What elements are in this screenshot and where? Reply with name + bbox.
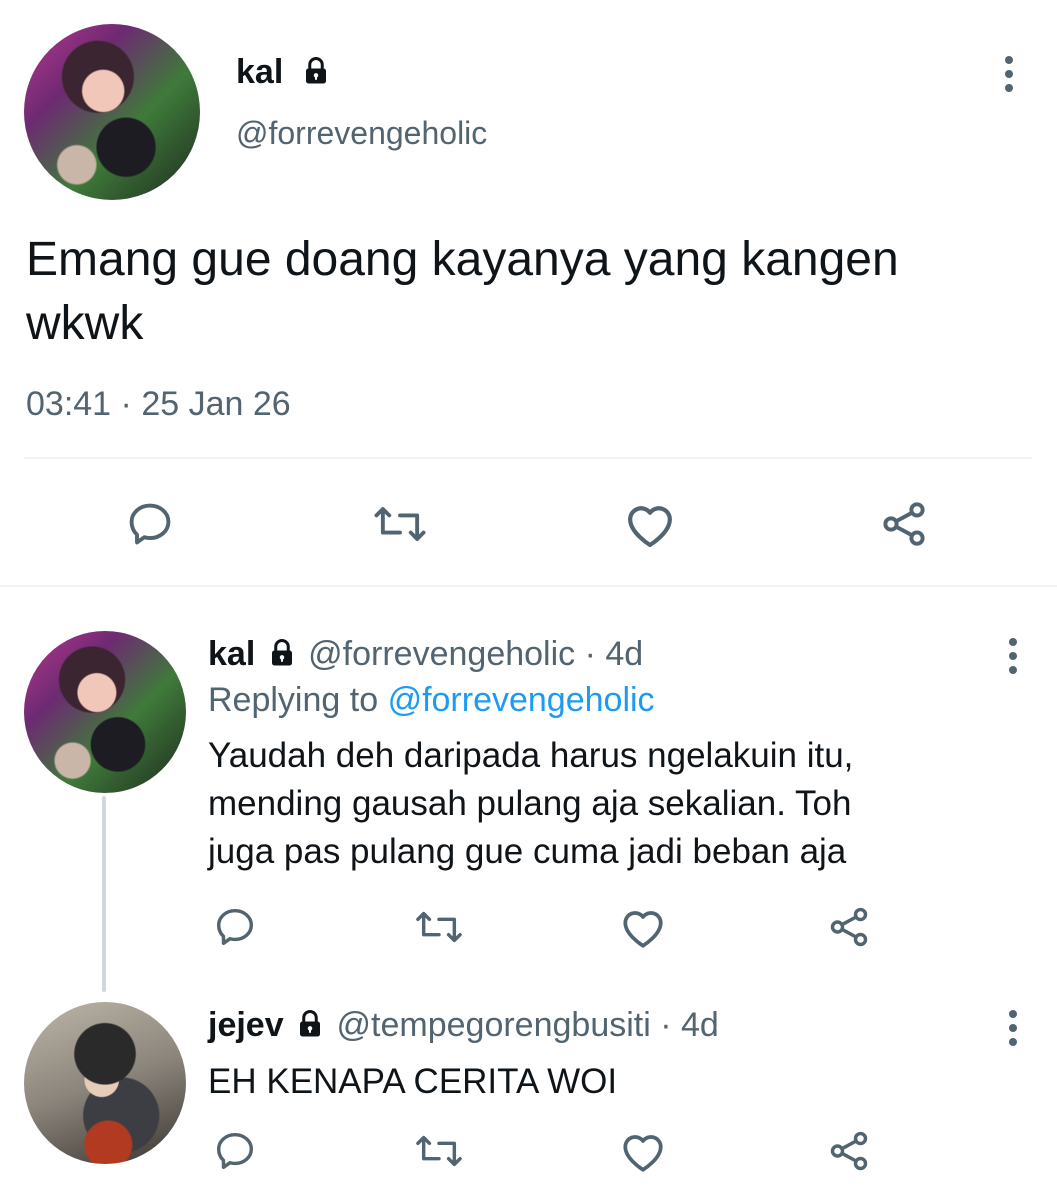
divider <box>0 585 1057 587</box>
lock-icon <box>271 639 292 666</box>
heart-icon[interactable] <box>622 498 678 550</box>
avatar[interactable] <box>24 24 200 200</box>
retweet-icon[interactable] <box>412 1128 466 1174</box>
reply-text: Yaudah deh daripada harus ngelakuin itu,… <box>208 732 853 876</box>
display-name[interactable]: kal <box>236 53 283 91</box>
heart-icon[interactable] <box>618 1128 668 1174</box>
replying-handle-link[interactable]: @forrevengeholic <box>388 681 655 719</box>
display-name[interactable]: jejev <box>208 1006 284 1044</box>
reply-text-line: Yaudah deh daripada harus ngelakuin itu, <box>208 736 854 775</box>
handle[interactable]: @tempegorengbusiti <box>337 1006 651 1044</box>
age: · 4d <box>584 635 644 673</box>
reply-icon[interactable] <box>212 1128 258 1174</box>
timestamp[interactable]: 03:41 · 25 Jan 26 <box>26 384 291 424</box>
reply-header: jejev @tempegorengbusiti · 4d <box>208 1005 719 1045</box>
age: · 4d <box>660 1006 719 1044</box>
reply-header: kal @forrevengeholic · 4d <box>208 634 643 674</box>
retweet-icon[interactable] <box>412 904 466 950</box>
display-name-row: kal <box>236 52 333 92</box>
reply-text-line: mending gausah pulang aja sekalian. Toh <box>208 784 852 823</box>
retweet-icon[interactable] <box>370 498 430 550</box>
share-icon[interactable] <box>826 1128 872 1174</box>
more-vertical-icon[interactable] <box>1004 56 1014 98</box>
replying-prefix: Replying to <box>208 681 379 719</box>
more-vertical-icon[interactable] <box>1008 1010 1018 1052</box>
share-icon[interactable] <box>826 904 872 950</box>
reply-text-line: juga pas pulang gue cuma jadi beban aja <box>208 832 847 871</box>
separator: · <box>120 385 132 423</box>
avatar[interactable] <box>24 1002 186 1164</box>
display-name[interactable]: kal <box>208 635 255 673</box>
tweet-text: Emang gue doang kayanya yang kangen wkwk <box>26 228 899 356</box>
heart-icon[interactable] <box>618 904 668 950</box>
reply-text-line: EH KENAPA CERITA WOI <box>208 1062 618 1101</box>
tweet-text-line: wkwk <box>26 297 144 350</box>
divider <box>24 457 1032 459</box>
thread-line <box>102 796 106 992</box>
reply-icon[interactable] <box>212 904 258 950</box>
handle[interactable]: @forrevengeholic <box>308 635 575 673</box>
more-vertical-icon[interactable] <box>1008 638 1018 680</box>
replying-to: Replying to @forrevengeholic <box>208 680 655 720</box>
reply-icon[interactable] <box>124 498 176 550</box>
lock-icon <box>305 57 326 84</box>
tweet-text-line: Emang gue doang kayanya yang kangen <box>26 233 899 286</box>
lock-icon <box>300 1010 321 1037</box>
handle[interactable]: @forrevengeholic <box>236 113 487 153</box>
avatar[interactable] <box>24 631 186 793</box>
share-icon[interactable] <box>878 498 930 550</box>
reply-text: EH KENAPA CERITA WOI <box>208 1058 617 1106</box>
date: 25 Jan 26 <box>141 385 291 423</box>
time: 03:41 <box>26 385 112 423</box>
